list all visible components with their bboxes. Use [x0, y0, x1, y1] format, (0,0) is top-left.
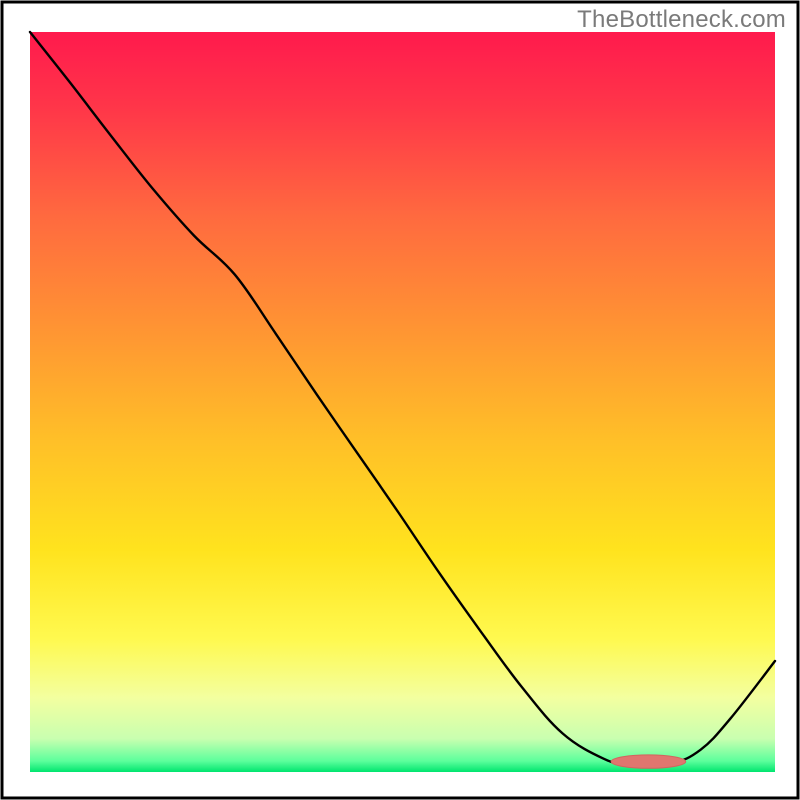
chart-svg — [0, 0, 800, 800]
chart-frame: TheBottleneck.com — [0, 0, 800, 800]
optimum-marker — [611, 755, 686, 768]
plot-area — [30, 32, 775, 772]
